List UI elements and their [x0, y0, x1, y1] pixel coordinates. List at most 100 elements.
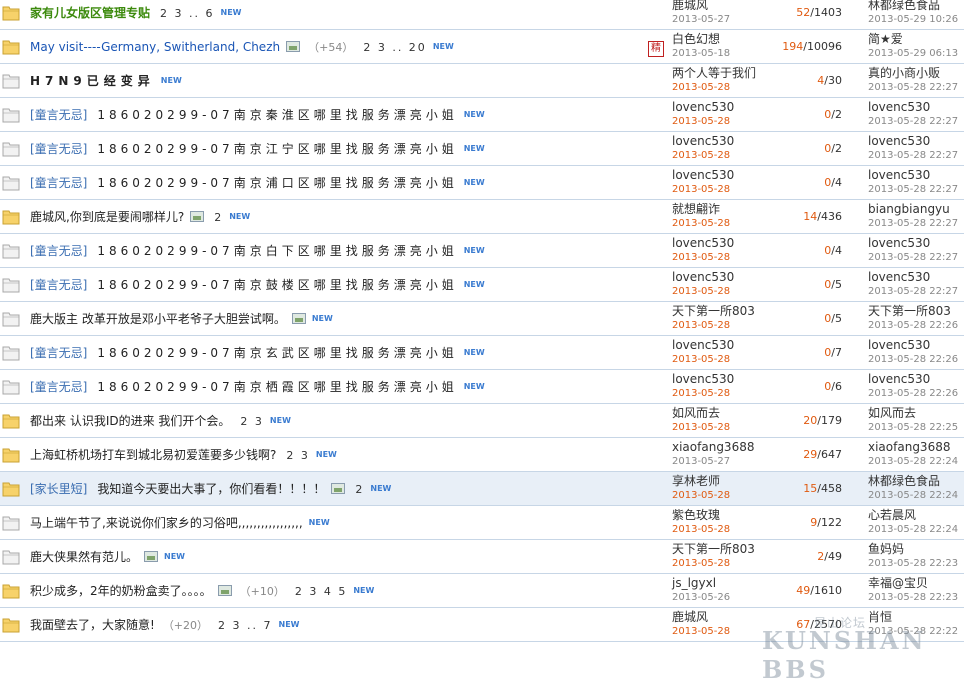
thread-title-link[interactable]: H7N9已经变异: [30, 74, 155, 88]
new-badge: NEW: [432, 42, 454, 51]
thread-title-link[interactable]: 我知道今天要出大事了，你们看看！！！！: [97, 482, 325, 496]
last-poster-link[interactable]: 如风而去: [868, 406, 964, 420]
pagination-links[interactable]: 2 3 4 5: [295, 585, 347, 598]
thread-title-link[interactable]: 186020299-07南京浦口区哪里找服务漂亮小姐: [97, 176, 457, 190]
category-prefix-link[interactable]: [童言无忌]: [30, 176, 87, 190]
table-row: 我面壁去了，大家随意! （+20） 2 3 .. 7 NEW 鹿城风 2013-05-28…: [0, 608, 964, 642]
image-attachment-icon: [291, 313, 306, 324]
thread-title-cell: [童言无忌] 186020299-07南京栖霞区哪里找服务漂亮小姐 NEW: [30, 379, 650, 395]
thread-title-cell: [童言无忌] 186020299-07南京秦淮区哪里找服务漂亮小姐 NEW: [30, 107, 650, 123]
rating-extra: （+10）: [239, 585, 285, 598]
thread-title-cell: [童言无忌] 186020299-07南京玄武区哪里找服务漂亮小姐 NEW: [30, 345, 650, 361]
reply-stats: 2/49: [770, 550, 842, 563]
pagination-links[interactable]: 2 3: [240, 415, 264, 428]
new-badge: NEW: [463, 178, 485, 187]
category-prefix-link[interactable]: [童言无忌]: [30, 380, 87, 394]
thread-title-link[interactable]: 上海虹桥机场打车到城北易初爱莲要多少钱啊?: [30, 448, 276, 462]
new-badge: NEW: [229, 212, 251, 221]
table-row: H7N9已经变异 NEW 两个人等于我们 2013-05-28 4/30 真的小商小贩 20…: [0, 64, 964, 98]
table-row: [童言无忌] 186020299-07南京江宁区哪里找服务漂亮小姐 NEW loven…: [0, 132, 964, 166]
pagination-links[interactable]: 2: [355, 483, 364, 496]
last-poster-link[interactable]: lovenc530: [868, 338, 964, 352]
last-poster-link[interactable]: 天下第一所803: [868, 304, 964, 318]
thread-title-cell: 上海虹桥机场打车到城北易初爱莲要多少钱啊? 2 3 NEW: [30, 447, 650, 463]
thread-title-cell: 积少成多，2年的奶粉盒卖了。。。。 （+10） 2 3 4 5 NEW: [30, 583, 650, 599]
last-poster-link[interactable]: 林都绿色食品: [868, 0, 964, 12]
new-badge: NEW: [463, 144, 485, 153]
thread-title-link[interactable]: 鹿大侠果然有范儿。: [30, 550, 138, 564]
thread-title-link[interactable]: 鹿城风,你到底是要闹哪样儿?: [30, 210, 184, 224]
category-prefix-link[interactable]: [童言无忌]: [30, 346, 87, 360]
category-prefix-link[interactable]: [童言无忌]: [30, 142, 87, 156]
thread-title-link[interactable]: 我面壁去了，大家随意!: [30, 618, 155, 632]
view-count: /179: [817, 414, 842, 427]
last-poster-link[interactable]: xiaofang3688: [868, 440, 964, 454]
last-post-date: 2013-05-28 22:26: [868, 320, 959, 331]
last-poster-link[interactable]: lovenc530: [868, 270, 964, 284]
thread-title-cell: 我面壁去了，大家随意! （+20） 2 3 .. 7 NEW: [30, 617, 650, 633]
last-poster-link[interactable]: 真的小商小贩: [868, 66, 964, 80]
folder-icon: [2, 378, 20, 396]
new-badge: NEW: [463, 348, 485, 357]
image-attachment-icon: [190, 211, 205, 222]
last-poster-link[interactable]: lovenc530: [868, 100, 964, 114]
image-attachment-icon: [217, 585, 232, 596]
pagination-links[interactable]: 2 3: [286, 449, 310, 462]
pagination-links[interactable]: 2 3 .. 6: [160, 7, 214, 20]
new-badge: NEW: [308, 518, 330, 527]
folder-hot-icon: [2, 582, 20, 600]
thread-title-link[interactable]: 186020299-07南京秦淮区哪里找服务漂亮小姐: [97, 108, 457, 122]
last-post-date: 2013-05-28 22:27: [868, 184, 959, 195]
image-attachment-icon: [286, 41, 301, 52]
reply-count: 194: [782, 40, 804, 53]
pagination-links[interactable]: 2 3 .. 7: [218, 619, 272, 632]
last-poster-link[interactable]: 林都绿色食品: [868, 474, 964, 488]
category-prefix-link[interactable]: [家长里短]: [30, 482, 87, 496]
last-poster-link[interactable]: biangbiangyu: [868, 202, 964, 216]
last-poster-link[interactable]: lovenc530: [868, 372, 964, 386]
last-post-date: 2013-05-28 22:27: [868, 218, 959, 229]
view-count: /1610: [810, 584, 842, 597]
last-poster-link[interactable]: lovenc530: [868, 134, 964, 148]
thread-title-link[interactable]: 积少成多，2年的奶粉盒卖了。。。。: [30, 584, 212, 598]
reply-stats: 14/436: [770, 210, 842, 223]
last-poster-link[interactable]: 心若晨风: [868, 508, 964, 522]
thread-title-link[interactable]: May visit----Germany, Switherland, Chezh: [30, 40, 280, 54]
last-poster-link[interactable]: 鱼妈妈: [868, 542, 964, 556]
thread-title-link[interactable]: 186020299-07南京江宁区哪里找服务漂亮小姐: [97, 142, 457, 156]
thread-title-link[interactable]: 都出来 认识我ID的进来 我们开个会。: [30, 414, 230, 428]
last-post-date: 2013-05-28 22:27: [868, 150, 959, 161]
thread-title-link[interactable]: 186020299-07南京栖霞区哪里找服务漂亮小姐: [97, 380, 457, 394]
category-prefix-link[interactable]: [童言无忌]: [30, 244, 87, 258]
thread-title-link[interactable]: 186020299-07南京鼓楼区哪里找服务漂亮小姐: [97, 278, 457, 292]
thread-title-link[interactable]: 鹿大版主 改革开放是邓小平老爷子大胆尝试啊。: [30, 312, 286, 326]
thread-title-cell: [家长里短] 我知道今天要出大事了，你们看看！！！！ 2 NEW: [30, 481, 650, 497]
pagination-links[interactable]: 2: [214, 211, 223, 224]
table-row: [童言无忌] 186020299-07南京鼓楼区哪里找服务漂亮小姐 NEW loven…: [0, 268, 964, 302]
pagination-links[interactable]: 2 3 .. 20: [363, 41, 426, 54]
table-row: 上海虹桥机场打车到城北易初爱莲要多少钱啊? 2 3 NEW xiaofang3688 2…: [0, 438, 964, 472]
folder-hot-icon: [2, 208, 20, 226]
reply-stats: 0/5: [770, 278, 842, 291]
thread-title-link[interactable]: 家有儿女版区管理专贴: [30, 6, 150, 20]
category-prefix-link[interactable]: [童言无忌]: [30, 108, 87, 122]
last-poster-link[interactable]: 肖恒: [868, 610, 964, 624]
thread-title-cell: 鹿城风,你到底是要闹哪样儿? 2 NEW: [30, 209, 650, 225]
view-count: /10096: [803, 40, 842, 53]
last-poster-link[interactable]: 幸福@宝贝: [868, 576, 964, 590]
thread-title-link[interactable]: 马上端午节了,来说说你们家乡的习俗吧,,,,,,,,,,,,,,,,,: [30, 516, 303, 530]
thread-title-link[interactable]: 186020299-07南京白下区哪里找服务漂亮小姐: [97, 244, 457, 258]
reply-stats: 0/4: [770, 176, 842, 189]
folder-hot-icon: [2, 616, 20, 634]
category-prefix-link[interactable]: [童言无忌]: [30, 278, 87, 292]
last-poster-link[interactable]: lovenc530: [868, 236, 964, 250]
table-row: [童言无忌] 186020299-07南京秦淮区哪里找服务漂亮小姐 NEW loven…: [0, 98, 964, 132]
last-poster-link[interactable]: lovenc530: [868, 168, 964, 182]
table-row: 家有儿女版区管理专贴 2 3 .. 6 NEW 鹿城风 2013-05-27 52/140…: [0, 0, 964, 30]
last-post-date: 2013-05-28 22:24: [868, 490, 959, 501]
thread-title-link[interactable]: 186020299-07南京玄武区哪里找服务漂亮小姐: [97, 346, 457, 360]
last-post-date: 2013-05-29 06:13: [868, 48, 959, 59]
last-poster-link[interactable]: 简★爱: [868, 32, 964, 46]
reply-count: 14: [803, 210, 818, 223]
reply-stats: 0/6: [770, 380, 842, 393]
